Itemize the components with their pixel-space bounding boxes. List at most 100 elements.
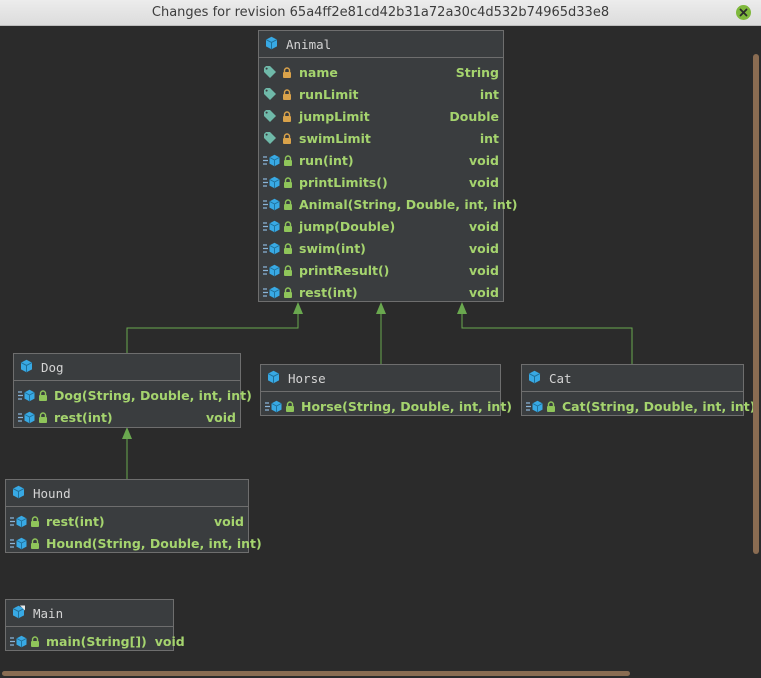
class-icon [20,359,33,376]
method-icon [10,537,28,550]
lock-icon [282,110,292,122]
method-row[interactable]: Dog(String, Double, int, int) [14,384,252,406]
method-icon [263,264,281,277]
arrowhead-cat-animal [457,302,467,314]
member-name: jumpLimit [299,108,370,124]
method-icon [10,515,28,528]
member-name: Dog(String, Double, int, int) [54,387,252,403]
field-tag-icon [263,65,299,79]
edge-dog-animal [126,310,299,353]
class-header: Dog [14,354,240,381]
method-icon [263,286,299,299]
method-icon [263,176,299,189]
method-icon [18,389,54,402]
lock-icon [283,198,293,210]
class-node-horse[interactable]: Horse Horse(String, Double, int, int) [260,364,512,417]
field-row[interactable]: name String [259,61,503,83]
horizontal-scrollbar[interactable] [2,671,630,676]
class-name: Horse [288,370,326,386]
method-icon [263,198,281,211]
class-header: Main [6,600,173,627]
lock-icon [546,400,556,412]
lock-icon [30,537,40,549]
member-type: void [214,513,244,529]
class-node-hound[interactable]: Hound rest(int) void Hound(String, Double,… [5,479,262,554]
lock-icon [283,242,293,254]
method-row[interactable]: Hound(String, Double, int, int) [6,532,262,554]
member-name: main(String[]) [46,633,147,649]
arrowhead-dog-animal [293,302,303,314]
method-icon [263,176,281,189]
member-name: jump(Double) [299,218,396,234]
member-name: name [299,64,338,80]
field-tag-icon [263,109,299,123]
field-row[interactable]: jumpLimit Double [259,105,503,127]
class-header: Animal [259,31,503,58]
window-titlebar: Changes for revision 65a4ff2e81cd42b31a7… [0,0,761,26]
method-icon [263,242,281,255]
method-row[interactable]: main(String[]) void [6,630,185,652]
member-type: void [469,284,499,300]
member-list: Horse(String, Double, int, int) [261,395,512,417]
class-header: Hound [6,480,248,507]
member-name: swim(int) [299,240,366,256]
arrowhead-horse-animal [376,302,386,314]
member-list: main(String[]) void [6,630,185,652]
member-name: Animal(String, Double, int, int) [299,196,518,212]
method-row[interactable]: Horse(String, Double, int, int) [261,395,512,417]
class-node-main[interactable]: Main main(String[]) void [5,599,185,652]
method-row[interactable]: rest(int) void [14,406,240,428]
close-button[interactable] [736,5,751,20]
window-title: Changes for revision 65a4ff2e81cd42b31a7… [151,5,610,20]
method-icon [263,198,299,211]
main-class-icon [12,605,25,622]
class-node-cat[interactable]: Cat Cat(String, Double, int, int) [521,364,755,417]
field-row[interactable]: swimLimit int [259,127,503,149]
member-list: name String runLimit int jumpLimit Double swim… [259,61,518,303]
method-icon [263,154,281,167]
member-type: void [154,633,185,649]
class-name: Cat [549,370,572,386]
method-icon [263,154,299,167]
member-type: void [206,409,236,425]
class-icon [528,370,541,387]
member-list: Dog(String, Double, int, int) rest(int) vo… [14,384,252,428]
arrowhead-hound-dog [122,427,132,439]
field-row[interactable]: runLimit int [259,83,503,105]
method-row[interactable]: rest(int) void [6,510,248,532]
member-type: Double [449,108,499,124]
diagram-canvas[interactable]: Animal name String runLimit int jumpLimit Dou… [0,26,761,678]
member-name: Hound(String, Double, int, int) [46,535,262,551]
method-row[interactable]: printResult() void [259,259,503,281]
lock-icon [283,176,293,188]
member-type: void [469,152,499,168]
method-icon [263,286,281,299]
method-row[interactable]: printLimits() void [259,171,503,193]
class-node-animal[interactable]: Animal name String runLimit int jumpLimit Dou… [258,30,518,303]
field-tag-icon [263,131,299,145]
field-icon [263,65,277,79]
method-row[interactable]: Cat(String, Double, int, int) [522,395,755,417]
method-row[interactable]: swim(int) void [259,237,503,259]
member-type: int [479,86,499,102]
method-icon [263,242,299,255]
lock-icon [38,411,48,423]
method-icon [265,400,301,413]
method-row[interactable]: jump(Double) void [259,215,503,237]
class-name: Animal [286,36,332,52]
class-node-dog[interactable]: Dog Dog(String, Double, int, int) rest(in… [13,353,252,428]
class-icon [12,485,25,502]
member-list: rest(int) void Hound(String, Double, int, … [6,510,262,554]
member-name: rest(int) [299,284,358,300]
lock-icon [30,515,40,527]
member-type: int [479,130,499,146]
method-row[interactable]: rest(int) void [259,281,503,303]
member-name: printLimits() [299,174,388,190]
close-icon [739,8,748,17]
method-icon [18,411,54,424]
method-row[interactable]: run(int) void [259,149,503,171]
lock-icon [38,389,48,401]
method-icon [263,220,299,233]
vertical-scrollbar[interactable] [753,54,759,554]
method-row[interactable]: Animal(String, Double, int, int) [259,193,518,215]
